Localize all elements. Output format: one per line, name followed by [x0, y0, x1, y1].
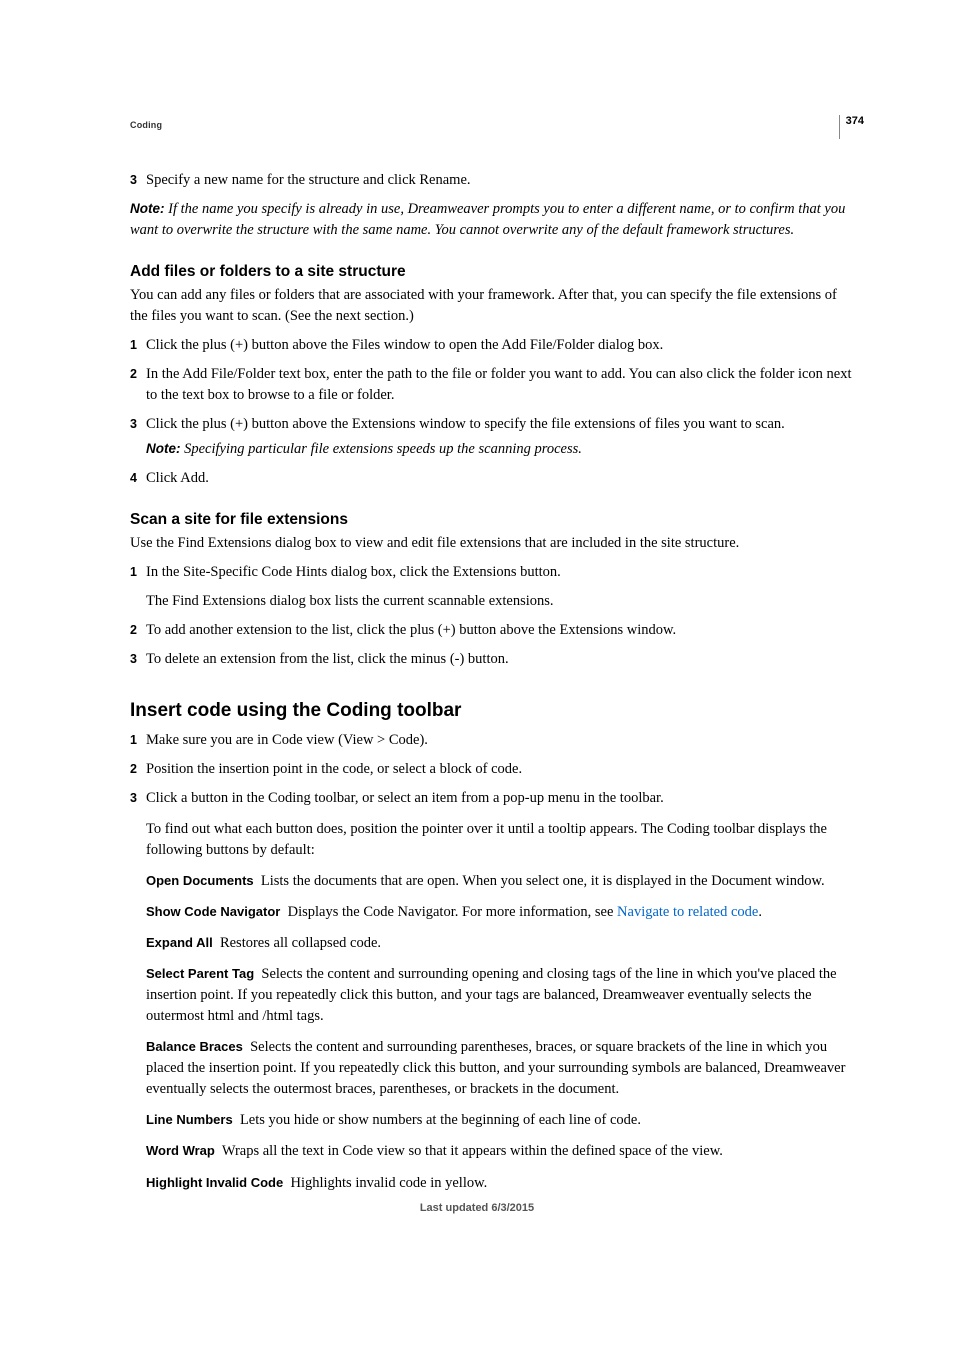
definition-text: Selects the content and surrounding pare… [146, 1039, 845, 1097]
heading-insert-code: Insert code using the Coding toolbar [130, 700, 854, 722]
definition-item: Select Parent Tag Selects the content an… [146, 964, 854, 1027]
definition-item: Balance Braces Selects the content and s… [146, 1037, 854, 1100]
step-text: To delete an extension from the list, cl… [146, 649, 854, 670]
definition-item: Expand All Restores all collapsed code. [146, 933, 854, 954]
note-text: Specifying particular file extensions sp… [184, 441, 582, 457]
list-item: 3 To delete an extension from the list, … [130, 649, 854, 670]
definition-label: Balance Braces [146, 1039, 243, 1054]
definition-text: Lets you hide or show numbers at the beg… [240, 1112, 641, 1128]
header-section-label: Coding [130, 120, 854, 130]
definition-item: Line Numbers Lets you hide or show numbe… [146, 1110, 854, 1131]
list-item: 4 Click Add. [130, 468, 854, 489]
footer-last-updated: Last updated 6/3/2015 [0, 1202, 954, 1214]
list-item: 2 In the Add File/Folder text box, enter… [130, 364, 854, 406]
step-number: 2 [130, 759, 146, 780]
definition-text: Restores all collapsed code. [220, 935, 381, 951]
step-number: 2 [130, 620, 146, 641]
step-text: Click the plus (+) button above the Exte… [146, 414, 854, 460]
definition-label: Select Parent Tag [146, 966, 254, 981]
step-text-inner: In the Site-Specific Code Hints dialog b… [146, 564, 561, 580]
definition-text: Wraps all the text in Code view so that … [222, 1143, 723, 1159]
link-navigate-related-code[interactable]: Navigate to related code [617, 904, 758, 920]
step-text: Position the insertion point in the code… [146, 759, 854, 780]
list-item: 2 Position the insertion point in the co… [130, 759, 854, 780]
list-item: 1 Make sure you are in Code view (View >… [130, 730, 854, 751]
note-text: If the name you specify is already in us… [130, 201, 845, 238]
definition-text-post: . [758, 904, 762, 920]
step-number: 3 [130, 649, 146, 670]
list-item: 1 In the Site-Specific Code Hints dialog… [130, 562, 854, 612]
step-text: Make sure you are in Code view (View > C… [146, 730, 854, 751]
definition-label: Word Wrap [146, 1143, 215, 1158]
heading-scan-site: Scan a site for file extensions [130, 511, 854, 529]
step-number: 1 [130, 562, 146, 612]
step-text: In the Site-Specific Code Hints dialog b… [146, 562, 854, 612]
definition-label: Line Numbers [146, 1112, 233, 1127]
step-number: 1 [130, 730, 146, 751]
step-subtext: To find out what each button does, posit… [146, 819, 854, 861]
step-number: 3 [130, 788, 146, 861]
definition-item: Highlight Invalid Code Highlights invali… [146, 1173, 854, 1194]
note-label: Note: [146, 441, 181, 456]
definition-item: Show Code Navigator Displays the Code Na… [146, 902, 854, 923]
list-item: 3 Click a button in the Coding toolbar, … [130, 788, 854, 861]
definitions-block: Open Documents Lists the documents that … [146, 871, 854, 1193]
step-text: In the Add File/Folder text box, enter t… [146, 364, 854, 406]
list-item: 3 Specify a new name for the structure a… [130, 170, 854, 191]
step-text: Click the plus (+) button above the File… [146, 335, 854, 356]
definition-label: Highlight Invalid Code [146, 1175, 283, 1190]
page-container: 374 Coding 3 Specify a new name for the … [0, 0, 954, 1264]
step-number: 3 [130, 414, 146, 460]
step-subtext: The Find Extensions dialog box lists the… [146, 591, 854, 612]
page-number: 374 [839, 115, 864, 139]
definition-text: Highlights invalid code in yellow. [290, 1175, 487, 1191]
step-number: 2 [130, 364, 146, 406]
list-item: 3 Click the plus (+) button above the Ex… [130, 414, 854, 460]
definition-item: Word Wrap Wraps all the text in Code vie… [146, 1141, 854, 1162]
definition-text: Lists the documents that are open. When … [261, 873, 825, 889]
inline-note: Note: Specifying particular file extensi… [146, 439, 854, 460]
note-label: Note: [130, 201, 165, 216]
step-number: 3 [130, 170, 146, 191]
step-text: Specify a new name for the structure and… [146, 170, 854, 191]
step-number: 4 [130, 468, 146, 489]
definition-text-pre: Displays the Code Navigator. For more in… [288, 904, 617, 920]
step-number: 1 [130, 335, 146, 356]
definition-label: Open Documents [146, 873, 254, 888]
definition-label: Expand All [146, 935, 213, 950]
paragraph: You can add any files or folders that ar… [130, 285, 854, 327]
heading-add-files: Add files or folders to a site structure [130, 263, 854, 281]
note-block: Note: If the name you specify is already… [130, 199, 854, 241]
step-text: Click a button in the Coding toolbar, or… [146, 788, 854, 861]
step-text-inner: Click a button in the Coding toolbar, or… [146, 790, 664, 806]
definition-item: Open Documents Lists the documents that … [146, 871, 854, 892]
list-item: 1 Click the plus (+) button above the Fi… [130, 335, 854, 356]
step-text: To add another extension to the list, cl… [146, 620, 854, 641]
list-item: 2 To add another extension to the list, … [130, 620, 854, 641]
definition-label: Show Code Navigator [146, 904, 280, 919]
step-text: Click Add. [146, 468, 854, 489]
step-text-inner: Click the plus (+) button above the Exte… [146, 416, 785, 432]
paragraph: Use the Find Extensions dialog box to vi… [130, 533, 854, 554]
